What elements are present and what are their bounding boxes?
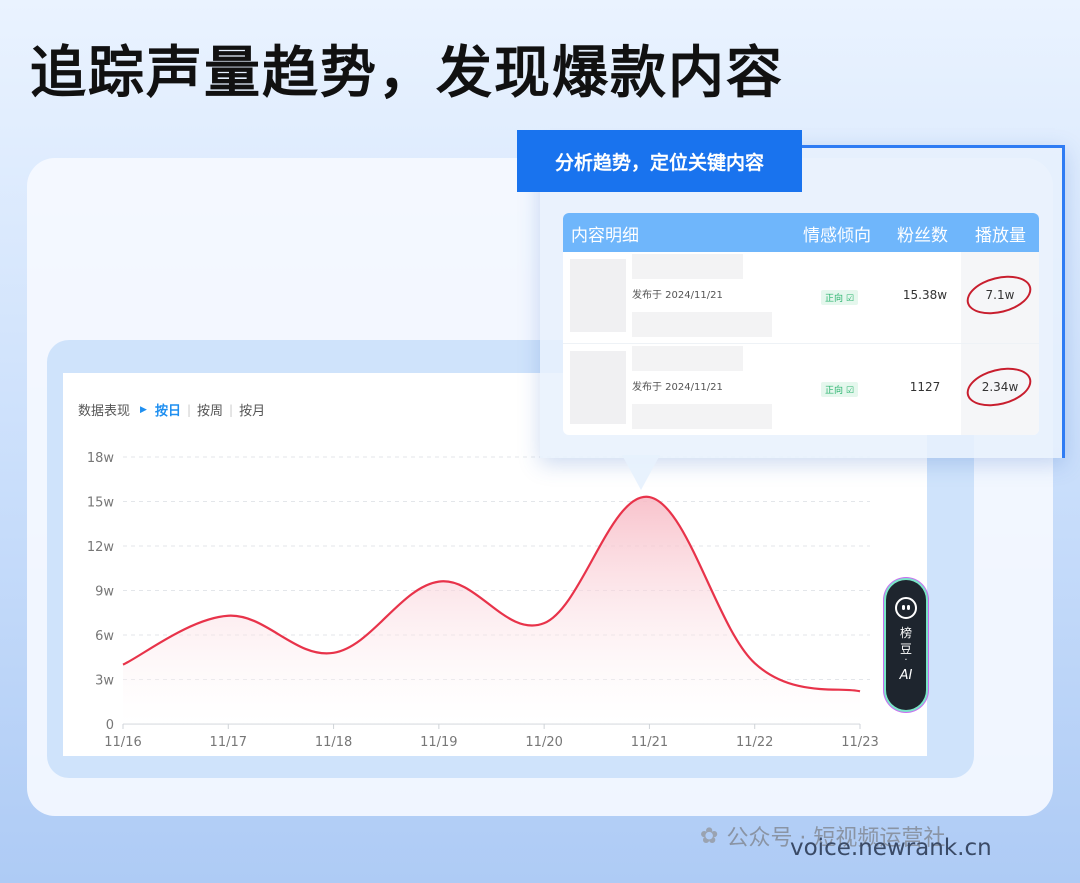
title-placeholder — [632, 346, 743, 371]
wechat-icon: ✿ — [700, 823, 719, 849]
table-row[interactable]: 发布于 2024/11/21 正向 ☑ 15.38w 7.1w — [563, 252, 1039, 344]
x-tick-label: 11/16 — [104, 735, 141, 750]
table-header: 内容明细 情感倾向 粉丝数 播放量 — [563, 213, 1039, 252]
plays-cell: 2.34w — [961, 344, 1039, 435]
sentiment-tag: 正向 ☑ — [821, 290, 858, 305]
edit-icon: ☑ — [845, 386, 854, 396]
header-fans: 粉丝数 — [897, 226, 948, 246]
ai-dot: · — [904, 655, 908, 666]
x-tick-label: 11/19 — [420, 735, 457, 750]
plays-cell: 7.1w — [961, 252, 1039, 343]
edit-icon: ☑ — [845, 294, 854, 304]
smiley-icon — [895, 597, 917, 619]
y-tick-label: 3w — [95, 674, 114, 689]
x-tick-label: 11/18 — [315, 735, 352, 750]
highlight-circle — [962, 361, 1036, 413]
analysis-badge: 分析趋势，定位关键内容 — [517, 130, 802, 192]
header-content: 内容明细 — [571, 226, 639, 246]
header-plays: 播放量 — [975, 226, 1026, 246]
table-row[interactable]: 发布于 2024/11/21 正向 ☑ 1127 2.34w — [563, 344, 1039, 435]
y-tick-label: 0 — [106, 718, 114, 733]
y-tick-label: 12w — [87, 540, 115, 555]
highlight-circle — [962, 269, 1036, 321]
publish-date: 发布于 2024/11/21 — [632, 290, 723, 301]
thumbnail — [570, 259, 626, 332]
ai-label: AI — [899, 668, 913, 683]
ai-char-1: 榜 — [899, 626, 912, 640]
trend-area — [123, 496, 860, 724]
fans-count: 15.38w — [902, 288, 948, 302]
y-tick-label: 18w — [87, 451, 115, 466]
desc-placeholder — [632, 312, 772, 337]
x-tick-label: 11/23 — [841, 735, 878, 750]
x-tick-label: 11/17 — [210, 735, 247, 750]
desc-placeholder — [632, 404, 772, 429]
content-table: 内容明细 情感倾向 粉丝数 播放量 发布于 2024/11/21 正向 ☑ 15… — [563, 213, 1039, 435]
sentiment-tag: 正向 ☑ — [821, 382, 858, 397]
y-tick-label: 9w — [95, 585, 114, 600]
publish-date: 发布于 2024/11/21 — [632, 382, 723, 393]
fans-count: 1127 — [909, 380, 941, 394]
x-tick-label: 11/20 — [525, 735, 562, 750]
sentiment-text: 正向 — [825, 386, 844, 396]
y-tick-label: 15w — [87, 496, 115, 511]
thumbnail — [570, 351, 626, 424]
header-sentiment: 情感倾向 — [803, 226, 871, 246]
x-tick-label: 11/22 — [736, 735, 773, 750]
popup-pointer — [622, 455, 660, 490]
source-url: voice.newrank.cn — [790, 835, 992, 861]
ai-assistant-button[interactable]: 榜 豆 · AI — [886, 580, 926, 710]
sentiment-text: 正向 — [825, 294, 844, 304]
x-tick-label: 11/21 — [631, 735, 668, 750]
y-tick-label: 6w — [95, 629, 114, 644]
title-placeholder — [632, 254, 743, 279]
